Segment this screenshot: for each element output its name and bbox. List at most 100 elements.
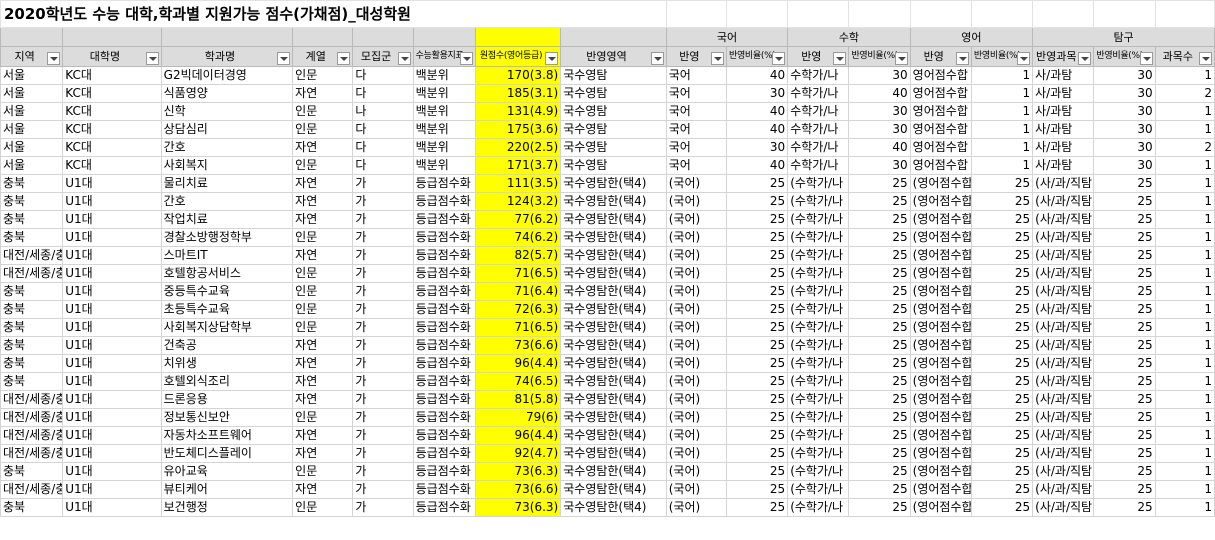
cell-reflected-areas[interactable]: 국수영탐한(택4) <box>560 480 667 499</box>
cell-group[interactable]: 가 <box>352 480 414 499</box>
cell-region[interactable]: 충북 <box>0 228 64 247</box>
cell-region[interactable]: 대전/세종/충남 <box>0 426 64 445</box>
cell-kor-ratio[interactable]: 25 <box>725 210 789 229</box>
cell-university[interactable]: U1대 <box>62 318 162 337</box>
cell-kor-reflect[interactable]: (국어) <box>665 318 727 337</box>
filter-dropdown-icon[interactable] <box>337 52 351 65</box>
cell-eng-reflect[interactable]: (영어점수합 <box>909 462 972 481</box>
cell-inq-ratio[interactable]: 25 <box>1093 354 1156 373</box>
header-blank[interactable] <box>160 27 294 47</box>
cell-department[interactable]: 반도체디스플레이 <box>160 444 294 463</box>
cell-math-reflect[interactable]: (수학가/나 <box>787 354 850 373</box>
cell-math-reflect[interactable]: (수학가/나 <box>787 426 850 445</box>
cell-csat-index[interactable]: 백분위 <box>412 156 476 175</box>
cell-eng-reflect[interactable]: (영어점수합 <box>909 210 972 229</box>
cell-raw-score[interactable]: 92(4.7) <box>474 444 562 463</box>
cell-inq-count[interactable]: 1 <box>1154 336 1215 355</box>
cell-group[interactable]: 가 <box>352 390 414 409</box>
column-header-eng-reflect[interactable]: 반영 <box>909 46 972 67</box>
cell-math-ratio[interactable]: 30 <box>848 120 911 139</box>
cell-eng-reflect[interactable]: (영어점수합 <box>909 426 972 445</box>
filter-dropdown-icon[interactable] <box>545 52 559 65</box>
cell-track[interactable]: 인문 <box>292 462 354 481</box>
cell-raw-score[interactable]: 79(6) <box>474 408 562 427</box>
cell-inq-ratio[interactable]: 25 <box>1093 336 1156 355</box>
cell-inq-ratio[interactable]: 25 <box>1093 192 1156 211</box>
cell-kor-ratio[interactable]: 40 <box>725 120 789 139</box>
cell-region[interactable]: 충북 <box>0 372 64 391</box>
cell-kor-ratio[interactable]: 25 <box>725 336 789 355</box>
cell-reflected-areas[interactable]: 국수영탐한(택4) <box>560 282 667 301</box>
cell-math-reflect[interactable]: (수학가/나 <box>787 210 850 229</box>
cell-group[interactable]: 가 <box>352 462 414 481</box>
cell-eng-reflect[interactable]: (영어점수합 <box>909 264 972 283</box>
cell-eng-ratio[interactable]: 25 <box>970 246 1034 265</box>
cell-csat-index[interactable]: 등급점수화 <box>412 282 476 301</box>
cell-kor-reflect[interactable]: 국어 <box>665 102 727 121</box>
cell-department[interactable]: 간호 <box>160 138 294 157</box>
cell-kor-ratio[interactable]: 25 <box>725 372 789 391</box>
cell-region[interactable]: 대전/세종/충남 <box>0 390 64 409</box>
cell-inq-ratio[interactable]: 25 <box>1093 300 1156 319</box>
cell-math-ratio[interactable]: 25 <box>848 228 911 247</box>
cell-track[interactable]: 인문 <box>292 282 354 301</box>
header-blank[interactable] <box>352 27 414 47</box>
cell-math-reflect[interactable]: 수학가/나 <box>787 66 850 85</box>
cell-track[interactable]: 인문 <box>292 300 354 319</box>
cell-eng-reflect[interactable]: (영어점수합 <box>909 174 972 193</box>
cell-kor-reflect[interactable]: (국어) <box>665 192 727 211</box>
cell-math-ratio[interactable]: 40 <box>848 84 911 103</box>
cell-csat-index[interactable]: 백분위 <box>412 120 476 139</box>
cell-math-ratio[interactable]: 30 <box>848 156 911 175</box>
cell-kor-reflect[interactable]: 국어 <box>665 84 727 103</box>
cell-raw-score[interactable]: 175(3.6) <box>474 120 562 139</box>
cell-kor-reflect[interactable]: (국어) <box>665 246 727 265</box>
cell-eng-ratio[interactable]: 25 <box>970 408 1034 427</box>
header-blank[interactable] <box>474 27 562 47</box>
cell-region[interactable]: 충북 <box>0 300 64 319</box>
cell-inq-ratio[interactable]: 25 <box>1093 210 1156 229</box>
cell-eng-reflect[interactable]: (영어점수합 <box>909 192 972 211</box>
cell-inq-subject[interactable]: (사/과/직탐 <box>1032 300 1095 319</box>
empty-cell[interactable] <box>1154 0 1215 28</box>
cell-eng-reflect[interactable]: (영어점수합 <box>909 390 972 409</box>
cell-math-ratio[interactable]: 40 <box>848 138 911 157</box>
cell-department[interactable]: 드론응용 <box>160 390 294 409</box>
cell-eng-ratio[interactable]: 25 <box>970 372 1034 391</box>
cell-inq-ratio[interactable]: 30 <box>1093 66 1156 85</box>
cell-track[interactable]: 자연 <box>292 336 354 355</box>
column-header-csat-index[interactable]: 수능활용지표 <box>412 46 476 67</box>
cell-department[interactable]: 물리치료 <box>160 174 294 193</box>
cell-inq-count[interactable]: 1 <box>1154 102 1215 121</box>
cell-group[interactable]: 나 <box>352 102 414 121</box>
cell-reflected-areas[interactable]: 국수영탐 <box>560 120 667 139</box>
cell-kor-ratio[interactable]: 25 <box>725 264 789 283</box>
cell-kor-ratio[interactable]: 25 <box>725 246 789 265</box>
cell-csat-index[interactable]: 등급점수화 <box>412 246 476 265</box>
cell-kor-ratio[interactable]: 25 <box>725 408 789 427</box>
cell-math-ratio[interactable]: 25 <box>848 480 911 499</box>
cell-track[interactable]: 자연 <box>292 84 354 103</box>
cell-university[interactable]: U1대 <box>62 462 162 481</box>
cell-reflected-areas[interactable]: 국수영탐한(택4) <box>560 246 667 265</box>
cell-math-reflect[interactable]: 수학가/나 <box>787 120 850 139</box>
cell-track[interactable]: 자연 <box>292 354 354 373</box>
cell-inq-subject[interactable]: (사/과/직탐 <box>1032 498 1095 517</box>
cell-reflected-areas[interactable]: 국수영탐한(택4) <box>560 426 667 445</box>
cell-university[interactable]: U1대 <box>62 336 162 355</box>
cell-inq-subject[interactable]: (사/과/직탐 <box>1032 192 1095 211</box>
cell-raw-score[interactable]: 124(3.2) <box>474 192 562 211</box>
cell-csat-index[interactable]: 등급점수화 <box>412 426 476 445</box>
cell-group[interactable]: 가 <box>352 354 414 373</box>
cell-reflected-areas[interactable]: 국수영탐한(택4) <box>560 264 667 283</box>
cell-eng-reflect[interactable]: (영어점수합 <box>909 246 972 265</box>
cell-kor-ratio[interactable]: 40 <box>725 66 789 85</box>
cell-math-ratio[interactable]: 25 <box>848 462 911 481</box>
cell-kor-reflect[interactable]: (국어) <box>665 426 727 445</box>
cell-department[interactable]: 뷰티케어 <box>160 480 294 499</box>
cell-group[interactable]: 가 <box>352 246 414 265</box>
cell-math-ratio[interactable]: 25 <box>848 318 911 337</box>
cell-university[interactable]: U1대 <box>62 228 162 247</box>
cell-inq-count[interactable]: 1 <box>1154 480 1215 499</box>
cell-math-reflect[interactable]: (수학가/나 <box>787 246 850 265</box>
